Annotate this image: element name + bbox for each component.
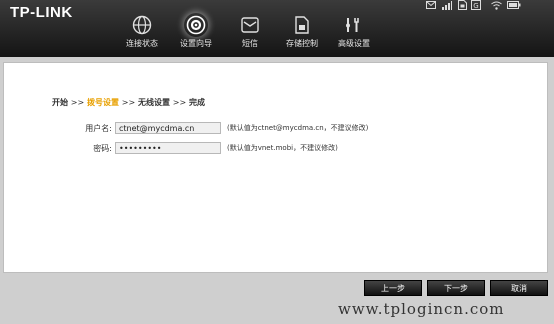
breadcrumb-step-wireless-settings: 无线设置 — [138, 98, 170, 107]
password-label: 密码: — [93, 144, 112, 153]
sim-card-icon — [457, 0, 468, 10]
tools-icon — [342, 13, 366, 37]
mail-icon[interactable] — [425, 0, 436, 10]
username-input[interactable] — [115, 122, 221, 134]
top-navigation-bar: TP-LINK G 连接状态 设置向导 短信 存储控制 高级设置 — [0, 0, 554, 57]
breadcrumb-separator: >> — [70, 98, 85, 107]
tp-link-logo: TP-LINK — [10, 4, 73, 21]
globe-icon — [130, 13, 154, 37]
next-step-button[interactable]: 下一步 — [427, 280, 485, 296]
breadcrumb-step-start: 开始 — [52, 98, 68, 107]
breadcrumb-step-finish: 完成 — [189, 98, 205, 107]
storage-card-icon — [290, 13, 314, 37]
nav-label: 高级设置 — [338, 39, 370, 48]
breadcrumb-separator: >> — [121, 98, 136, 107]
signal-bars-icon — [441, 0, 452, 10]
site-watermark: www.tplogincn.com — [338, 300, 505, 318]
network-icon: G — [470, 0, 481, 10]
previous-step-button[interactable]: 上一步 — [364, 280, 422, 296]
password-hint: (默认值为vnet.mobi，不建议修改) — [227, 144, 338, 152]
nav-advanced-settings[interactable]: 高级设置 — [322, 13, 386, 49]
breadcrumb-step-dial-settings: 拨号设置 — [87, 98, 119, 107]
wifi-icon — [491, 0, 502, 10]
svg-text:G: G — [473, 2, 478, 10]
cancel-button[interactable]: 取消 — [490, 280, 548, 296]
password-input[interactable] — [115, 142, 221, 154]
breadcrumb-separator: >> — [172, 98, 187, 107]
battery-icon — [507, 0, 521, 10]
envelope-icon — [238, 13, 262, 37]
username-hint: (默认值为ctnet@mycdma.cn，不建议修改) — [227, 124, 369, 132]
setup-wizard-icon — [184, 13, 208, 37]
username-label: 用户名: — [85, 124, 112, 133]
wizard-panel: 开始 >> 拨号设置 >> 无线设置 >> 完成 用户名: (默认值为ctnet… — [3, 62, 548, 273]
breadcrumb: 开始 >> 拨号设置 >> 无线设置 >> 完成 — [52, 97, 205, 108]
